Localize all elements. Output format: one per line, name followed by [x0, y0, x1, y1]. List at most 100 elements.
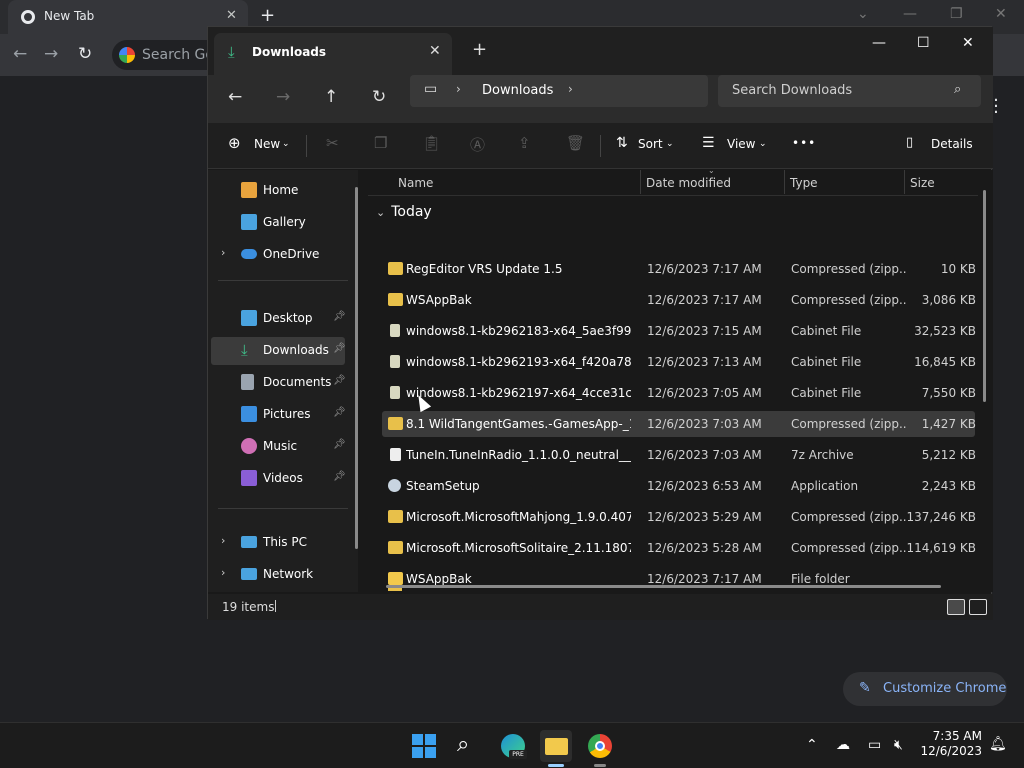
status-divider [275, 600, 276, 612]
column-divider[interactable] [904, 170, 905, 194]
explorer-maximize-button[interactable]: ☐ [917, 35, 930, 51]
sidebar-item-pictures[interactable]: Pictures 📌︎ [211, 401, 346, 429]
file-row[interactable]: windows8.1-kb2962197-x64_4cce31c3eb8... … [382, 380, 976, 406]
sidebar-item-music[interactable]: Music 📌︎ [211, 433, 346, 461]
chrome-menu-icon[interactable]: · · · [992, 92, 1000, 122]
customize-chrome-button[interactable]: ✎ Customize Chrome [843, 672, 1007, 706]
file-row[interactable]: Microsoft.MicrosoftMahjong_1.9.0.40714..… [382, 504, 976, 530]
sidebar-item-desktop[interactable]: Desktop 📌︎ [211, 305, 346, 333]
chevron-right-icon[interactable]: › [221, 566, 225, 579]
close-tab-icon[interactable]: ✕ [226, 8, 237, 23]
file-list-vertical-scrollbar[interactable] [983, 190, 986, 402]
column-divider[interactable] [784, 170, 785, 194]
sidebar-item-network[interactable]: › Network [211, 561, 345, 589]
file-row[interactable]: SteamSetup 12/6/2023 6:53 AM Application… [382, 473, 976, 499]
column-divider[interactable] [640, 170, 641, 194]
sidebar-item-documents[interactable]: Documents 📌︎ [211, 369, 346, 397]
taskbar-clock[interactable]: 7:35 AM 12/6/2023 [920, 729, 982, 759]
file-row[interactable]: TuneIn.TuneInRadio_1.1.0.0_neutral__6bh.… [382, 442, 976, 468]
notifications-bell-icon[interactable]: 🔔︎ [989, 736, 1007, 752]
file-row[interactable]: RegEditor VRS Update 1.5 12/6/2023 7:17 … [382, 256, 976, 282]
sidebar-item-onedrive[interactable]: › OneDrive [211, 241, 345, 269]
details-view-icon[interactable] [947, 599, 965, 615]
more-options-icon[interactable]: ••• [792, 136, 816, 150]
view-icon[interactable]: ☰ [702, 135, 715, 151]
start-button[interactable] [408, 730, 440, 762]
file-size: 10 KB [940, 262, 976, 276]
volume-muted-icon[interactable]: 🔇︎ [894, 737, 903, 753]
chevron-down-icon[interactable]: ⌄ [282, 139, 290, 149]
chrome-back-icon[interactable]: ← [13, 44, 27, 64]
details-button[interactable]: Details [931, 137, 973, 151]
sidebar-scrollbar[interactable] [355, 187, 358, 549]
cut-icon[interactable]: ✂ [326, 134, 339, 152]
sort-button[interactable]: Sort [638, 137, 663, 151]
view-button[interactable]: View [727, 137, 755, 151]
chrome-close-button[interactable]: ✕ [995, 6, 1007, 22]
new-button[interactable]: New [254, 137, 280, 151]
breadcrumb-chevron-icon[interactable]: › [568, 82, 573, 96]
share-icon[interactable]: ⇪ [518, 134, 531, 152]
chevron-down-icon[interactable]: ⌄ [666, 139, 674, 149]
breadcrumb-downloads[interactable]: Downloads [482, 83, 553, 98]
show-hidden-icons-icon[interactable]: ⌃ [806, 737, 818, 753]
taskbar-file-explorer[interactable] [540, 730, 572, 767]
chrome-restore-button[interactable]: ❐ [950, 6, 963, 22]
chrome-tab-search-icon[interactable]: ⌄ [857, 6, 869, 22]
search-icon[interactable]: ⌕ [954, 82, 961, 97]
sidebar-item-videos[interactable]: Videos 📌︎ [211, 465, 346, 493]
column-header-type[interactable]: Type [790, 176, 818, 190]
chevron-down-icon[interactable]: ⌄ [759, 139, 767, 149]
taskbar-search-button[interactable]: ⌕ [452, 730, 484, 762]
file-row[interactable]: windows8.1-kb2962193-x64_f420a78dbf7... … [382, 349, 976, 375]
rename-icon[interactable]: Ⓐ [470, 134, 485, 155]
file-row-highlighted[interactable]: 8.1 WildTangentGames.-GamesApp-_1.0.... … [382, 411, 976, 437]
network-tray-icon[interactable]: ▭ [868, 737, 881, 753]
chrome-reload-icon[interactable]: ↻ [78, 44, 92, 64]
up-icon[interactable]: ↑ [324, 87, 338, 107]
search-box[interactable]: Search Downloads ⌕ [718, 75, 981, 107]
details-pane-icon[interactable]: ▯ [906, 135, 913, 150]
chevron-down-icon[interactable]: ⌄ [376, 206, 385, 219]
explorer-close-button[interactable]: ✕ [962, 35, 974, 51]
explorer-minimize-button[interactable]: — [872, 35, 886, 51]
refresh-icon[interactable]: ↻ [372, 87, 386, 107]
column-header-name[interactable]: Name [398, 176, 433, 190]
chevron-right-icon[interactable]: › [221, 534, 225, 547]
sidebar-item-downloads[interactable]: ⤓ Downloads 📌︎ [211, 337, 346, 365]
chrome-new-tab-button[interactable]: + [260, 5, 275, 26]
chrome-forward-icon[interactable]: → [44, 44, 58, 64]
forward-icon[interactable]: → [276, 87, 290, 107]
column-header-date[interactable]: Date modified [646, 176, 731, 190]
monitor-icon[interactable]: ▭ [424, 81, 437, 97]
taskbar-edge-pre[interactable]: PRE [497, 730, 529, 762]
file-list-horizontal-scrollbar[interactable] [386, 585, 941, 588]
large-icons-view-icon[interactable] [969, 599, 987, 615]
breadcrumb-chevron-icon[interactable]: › [456, 82, 461, 96]
taskbar-chrome[interactable] [584, 730, 616, 767]
file-row[interactable]: WSAppBak 12/6/2023 7:17 AM File folder [382, 566, 975, 592]
chevron-right-icon[interactable]: › [221, 246, 225, 259]
delete-icon[interactable]: 🗑︎ [566, 134, 585, 152]
sidebar-item-home[interactable]: Home [211, 177, 345, 205]
column-header-size[interactable]: Size [910, 176, 935, 190]
back-icon[interactable]: ← [228, 87, 242, 107]
sidebar-item-this-pc[interactable]: › This PC [211, 529, 345, 557]
onedrive-tray-icon[interactable]: ☁ [836, 737, 850, 753]
search-input-placeholder: Search Downloads [732, 83, 853, 98]
sidebar-item-gallery[interactable]: Gallery [211, 209, 345, 237]
copy-icon[interactable]: ❐ [374, 134, 387, 152]
address-bar-content[interactable]: ▭ › Downloads › [410, 75, 708, 107]
explorer-tab-downloads[interactable]: ⤓ Downloads ✕ [214, 33, 452, 75]
sort-icon[interactable]: ⇅ [616, 135, 628, 151]
paste-icon[interactable]: 📋︎ [422, 134, 441, 152]
chrome-minimize-button[interactable]: — [903, 6, 917, 22]
new-plus-icon[interactable]: ⊕ [228, 134, 241, 152]
file-row[interactable]: WSAppBak 12/6/2023 7:17 AM Compressed (z… [382, 287, 976, 313]
group-header-today[interactable]: ⌄ Today [376, 204, 432, 220]
close-tab-icon[interactable]: ✕ [429, 43, 441, 59]
sidebar-divider [218, 508, 348, 509]
file-row[interactable]: Microsoft.MicrosoftSolitaire_2.11.1807.1… [382, 535, 976, 561]
file-row[interactable]: windows8.1-kb2962183-x64_5ae3f99425b... … [382, 318, 976, 344]
explorer-new-tab-button[interactable]: + [472, 39, 487, 60]
